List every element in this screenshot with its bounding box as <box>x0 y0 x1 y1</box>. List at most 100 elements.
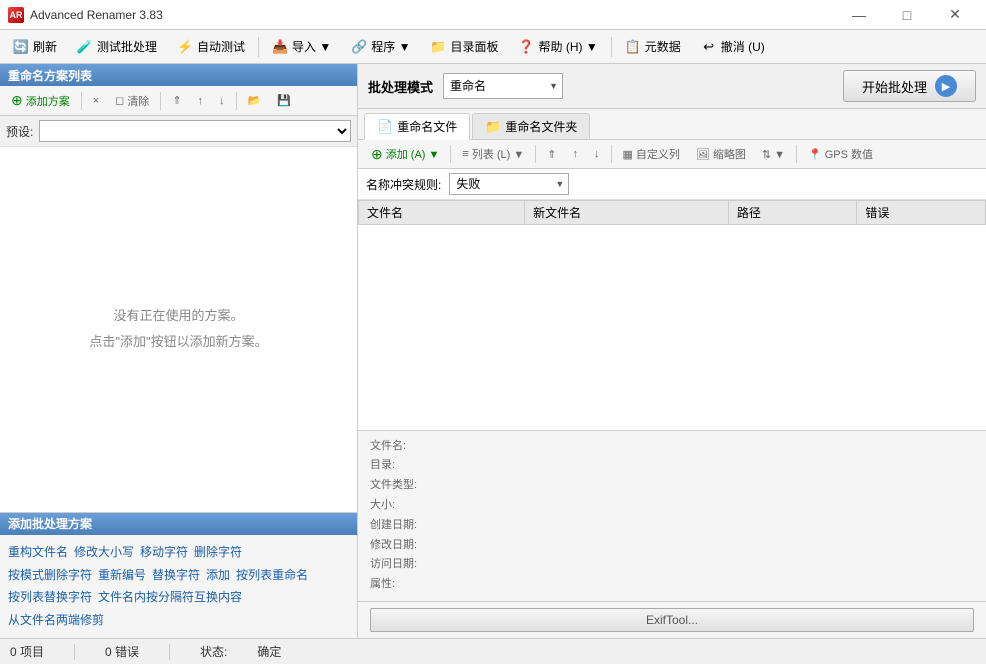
thumbnail-icon: 🖼 <box>696 148 710 161</box>
menu-sep-2 <box>611 37 612 57</box>
menu-auto-test[interactable]: ⚡ 自动测试 <box>168 34 254 60</box>
refresh-icon: 🔄 <box>13 39 29 55</box>
metadata-icon: 📋 <box>625 39 641 55</box>
add-scheme-button[interactable]: ⊕ 添加方案 <box>4 90 77 112</box>
menu-import[interactable]: 📥 导入 ▼ <box>263 34 340 60</box>
folder-button[interactable]: 📂 <box>241 90 269 112</box>
minimize-button[interactable]: — <box>836 0 882 30</box>
right-toolbar: ⊕ 添加 (A) ▼ ≡ 列表 (L) ▼ ⇑ ↑ ↓ ▦ 自定义列 <box>358 140 986 169</box>
list-icon: ≡ <box>462 148 468 160</box>
menu-auto-test-label: 自动测试 <box>197 38 245 55</box>
filename-label: 文件名: <box>370 437 490 457</box>
rtb-move-top[interactable]: ⇑ <box>540 143 563 165</box>
file-tabs: 📄 重命名文件 📁 重命名文件夹 <box>358 109 986 140</box>
method-remove-char[interactable]: 删除字符 <box>194 545 242 559</box>
method-renumber[interactable]: 重新编号 <box>98 568 146 582</box>
status-state-label: 状态: <box>200 643 227 660</box>
table-header-row: 文件名 新文件名 路径 错误 <box>359 201 986 225</box>
move-up-button[interactable]: ↑ <box>191 90 211 112</box>
preset-label: 预设: <box>6 123 33 140</box>
menu-program[interactable]: 🔗 程序 ▼ <box>342 34 419 60</box>
program-icon: 🔗 <box>351 39 367 55</box>
sort-button[interactable]: ⇅ ▼ <box>755 143 792 165</box>
method-add[interactable]: 添加 <box>206 568 230 582</box>
thumbnail-button[interactable]: 🖼 缩略图 <box>689 143 753 165</box>
file-icon: 📄 <box>377 119 393 135</box>
accessed-label: 访问日期: <box>370 555 490 575</box>
menu-undo-label: 撤消 (U) <box>721 38 765 55</box>
rtb-move-down[interactable]: ↓ <box>587 143 607 165</box>
add-file-button[interactable]: ⊕ 添加 (A) ▼ <box>364 143 446 165</box>
play-icon: ▶ <box>935 75 957 97</box>
move-down-icon: ↓ <box>219 95 225 107</box>
tab-rename-file-label: 重命名文件 <box>397 118 457 135</box>
gps-button[interactable]: 📍 GPS 数值 <box>801 143 880 165</box>
method-swap-delimiter[interactable]: 文件名内按分隔符互换内容 <box>98 590 242 604</box>
move-down-button[interactable]: ↓ <box>212 90 232 112</box>
delete-icon: × <box>93 95 99 107</box>
gps-icon: 📍 <box>808 148 822 161</box>
menu-undo[interactable]: ↩ 撤消 (U) <box>692 34 774 60</box>
menu-metadata[interactable]: 📋 元数据 <box>616 34 690 60</box>
empty-line2: 点击"添加"按钮以添加新方案。 <box>89 329 267 355</box>
add-file-icon: ⊕ <box>371 146 383 163</box>
tab-rename-folder[interactable]: 📁 重命名文件夹 <box>472 113 590 139</box>
file-table[interactable]: 文件名 新文件名 路径 错误 <box>358 200 986 431</box>
method-trim-ends[interactable]: 从文件名两端修剪 <box>8 613 104 627</box>
menu-sep-1 <box>258 37 259 57</box>
rtb-sep-1 <box>450 145 451 163</box>
left-panel: 重命名方案列表 ⊕ 添加方案 × ◻ 清除 ⇑ ↑ ↓ <box>0 64 358 638</box>
close-button[interactable]: ✕ <box>932 0 978 30</box>
method-rename-file[interactable]: 重构文件名 <box>8 545 68 559</box>
rtb-down-icon: ↓ <box>594 148 600 160</box>
list-view-label: 列表 (L) ▼ <box>472 146 524 162</box>
folder-icon: 📁 <box>430 39 446 55</box>
status-items: 0 项目 <box>10 643 44 660</box>
method-list-replace[interactable]: 按列表替换字符 <box>8 590 92 604</box>
add-batch-section: 添加批处理方案 重构文件名修改大小写移动字符删除字符 按模式删除字符重新编号替换… <box>0 512 357 638</box>
test-icon: 🧪 <box>77 39 93 55</box>
right-panel: 批处理模式 重命名 复制 移动 开始批处理 ▶ 📄 重命名文件 📁 重命名 <box>358 64 986 638</box>
col-path: 路径 <box>728 201 857 225</box>
save-scheme-button[interactable]: 💾 <box>270 90 298 112</box>
batch-mode-label: 批处理模式 <box>368 77 433 96</box>
status-state-value: 确定 <box>257 643 281 660</box>
start-batch-button[interactable]: 开始批处理 ▶ <box>843 70 976 102</box>
method-change-case[interactable]: 修改大小写 <box>74 545 134 559</box>
col-new-filename: 新文件名 <box>525 201 729 225</box>
method-move-char[interactable]: 移动字符 <box>140 545 188 559</box>
conflict-select[interactable]: 失败 跳过 覆盖 追加 <box>449 173 569 195</box>
maximize-button[interactable]: □ <box>884 0 930 30</box>
method-pattern-remove[interactable]: 按模式删除字符 <box>8 568 92 582</box>
menu-dir-panel[interactable]: 📁 目录面板 <box>421 34 507 60</box>
title-bar: AR Advanced Renamer 3.83 — □ ✕ <box>0 0 986 30</box>
conflict-select-wrap: 失败 跳过 覆盖 追加 <box>449 173 569 195</box>
menu-program-label: 程序 ▼ <box>371 38 410 55</box>
move-top-button[interactable]: ⇑ <box>165 90 188 112</box>
sort-icon: ⇅ ▼ <box>762 148 785 161</box>
preset-row: 预设: <box>0 116 357 147</box>
custom-col-button[interactable]: ▦ 自定义列 <box>616 143 687 165</box>
exif-button[interactable]: ExifTool... <box>370 608 974 632</box>
method-list-rename[interactable]: 按列表重命名 <box>236 568 308 582</box>
menu-dir-panel-label: 目录面板 <box>450 38 498 55</box>
preset-select[interactable] <box>39 120 351 142</box>
list-view-button[interactable]: ≡ 列表 (L) ▼ <box>455 143 531 165</box>
menu-refresh[interactable]: 🔄 刷新 <box>4 34 66 60</box>
start-batch-label: 开始批处理 <box>862 77 927 96</box>
menu-help-label: 帮助 (H) ▼ <box>539 38 598 55</box>
clear-button[interactable]: ◻ 清除 <box>108 90 156 112</box>
batch-mode-select[interactable]: 重命名 复制 移动 <box>443 73 563 99</box>
tab-rename-file[interactable]: 📄 重命名文件 <box>364 113 470 140</box>
menu-help[interactable]: ❓ 帮助 (H) ▼ <box>510 34 607 60</box>
attributes-label: 属性: <box>370 575 490 595</box>
add-batch-title: 添加批处理方案 <box>8 515 92 532</box>
app-icon: AR <box>8 7 24 23</box>
delete-scheme-button[interactable]: × <box>86 90 106 112</box>
toolbar-sep-3 <box>236 92 237 110</box>
method-links: 重构文件名修改大小写移动字符删除字符 按模式删除字符重新编号替换字符添加按列表重… <box>0 535 357 638</box>
menu-test-batch[interactable]: 🧪 测试批处理 <box>68 34 166 60</box>
method-replace-char[interactable]: 替换字符 <box>152 568 200 582</box>
import-icon: 📥 <box>272 39 288 55</box>
rtb-move-up[interactable]: ↑ <box>566 143 586 165</box>
